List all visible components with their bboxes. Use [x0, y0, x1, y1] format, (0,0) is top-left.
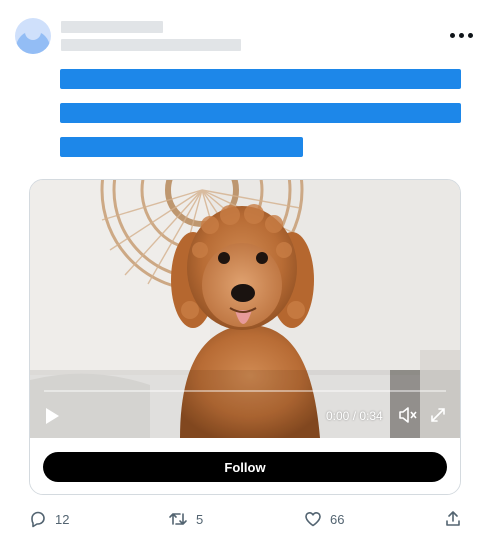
- media-card: 0:00 / 0:34 Follow: [29, 179, 461, 495]
- like-action[interactable]: 66: [304, 509, 344, 529]
- reply-count: 12: [55, 511, 70, 527]
- retweet-count: 5: [196, 511, 204, 527]
- share-icon: [444, 510, 462, 528]
- like-count: 66: [330, 511, 345, 527]
- avatar[interactable]: [15, 18, 51, 54]
- mute-icon[interactable]: [398, 406, 418, 429]
- video-frame-dog: [30, 180, 460, 438]
- video-progress-bar[interactable]: [44, 390, 446, 392]
- reply-icon: [29, 510, 47, 528]
- fullscreen-icon[interactable]: [430, 407, 446, 428]
- more-icon[interactable]: [450, 26, 478, 44]
- video-player[interactable]: 0:00 / 0:34: [30, 180, 460, 438]
- like-icon: [304, 510, 322, 528]
- retweet-action[interactable]: 5: [168, 509, 203, 529]
- display-name-placeholder: [61, 21, 163, 33]
- tweet-text-line-1: [60, 69, 461, 89]
- video-time: 0:00 / 0:34: [326, 409, 383, 423]
- follow-area: Follow: [30, 438, 460, 494]
- share-action[interactable]: [444, 509, 462, 529]
- reply-action[interactable]: 12: [29, 509, 69, 529]
- tweet-text-line-2: [60, 103, 461, 123]
- retweet-icon: [168, 510, 188, 528]
- play-icon[interactable]: [44, 407, 60, 430]
- tweet: 0:00 / 0:34 Follow 12 5 66: [0, 0, 490, 549]
- handle-placeholder: [61, 39, 241, 51]
- avatar-head-shape: [25, 24, 41, 40]
- tweet-text-line-3: [60, 137, 303, 157]
- follow-button[interactable]: Follow: [43, 452, 447, 482]
